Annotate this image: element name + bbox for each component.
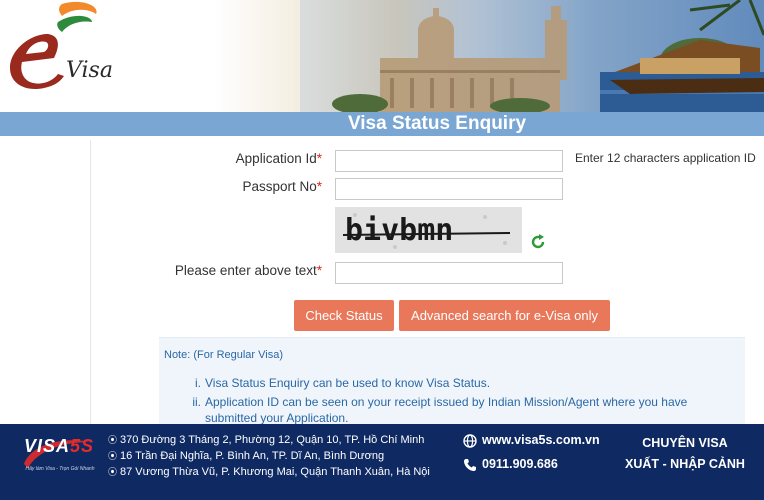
- passport-no-label: Passport No*: [242, 179, 322, 194]
- location-pin-icon: ⦿: [108, 435, 118, 445]
- banner-scenery: [300, 0, 764, 112]
- slogan-line-1: CHUYÊN VISA: [642, 436, 728, 450]
- note-item: i. Visa Status Enquiry can be used to kno…: [195, 376, 491, 390]
- captcha-label: Please enter above text*: [174, 263, 322, 278]
- page-title: Visa Status Enquiry: [347, 113, 527, 134]
- note-item: ii. Application ID can be seen on your re…: [192, 395, 688, 425]
- application-id-hint: Enter 12 characters application ID: [575, 151, 756, 165]
- footer: VISA5S Hãy làm Visa - Trọn Gói Nhanh ⦿ 37…: [0, 424, 764, 500]
- phone-link[interactable]: 0911.909.686: [462, 457, 558, 472]
- check-status-button[interactable]: Check Status: [294, 300, 394, 331]
- refresh-captcha-icon[interactable]: [530, 234, 546, 250]
- captcha-text: bivbmn: [345, 213, 453, 248]
- required-mark: *: [316, 179, 322, 194]
- address-line: ⦿ 87 Vương Thừa Vũ, P. Khương Mai, Quận T…: [108, 466, 430, 478]
- notes-panel: Note: (For Regular Visa) i. Visa Status E…: [159, 337, 745, 427]
- header-banner: Visa: [0, 0, 764, 112]
- website-link[interactable]: www.visa5s.com.vn: [462, 433, 600, 448]
- phone-icon: [464, 458, 476, 471]
- application-id-input[interactable]: [335, 150, 563, 172]
- logo-slogan: Hãy làm Visa - Trọn Gói Nhanh: [25, 466, 95, 472]
- slogan-line-2: XUẤT - NHẬP CẢNH: [625, 457, 745, 471]
- notes-title: Note: (For Regular Visa): [164, 349, 284, 361]
- required-mark: *: [316, 151, 322, 166]
- location-pin-icon: ⦿: [108, 451, 118, 461]
- address-line: ⦿ 16 Trần Đại Nghĩa, P. Bình An, TP. Dĩ A…: [108, 450, 385, 462]
- visa5s-logo-text: VISA5S: [24, 436, 95, 456]
- application-id-label: Application Id*: [235, 151, 322, 166]
- captcha-image: bivbmn: [335, 207, 522, 253]
- title-bar: Visa Status Enquiry: [0, 112, 764, 136]
- advanced-search-button[interactable]: Advanced search for e-Visa only: [399, 300, 610, 331]
- captcha-input[interactable]: [335, 262, 563, 284]
- required-mark: *: [316, 263, 322, 278]
- globe-icon: [463, 434, 477, 448]
- divider: [90, 140, 91, 430]
- passport-no-input[interactable]: [335, 178, 563, 200]
- address-line: ⦿ 370 Đường 3 Tháng 2, Phường 12, Quận 10…: [108, 434, 425, 446]
- location-pin-icon: ⦿: [108, 467, 118, 477]
- page: Visa Visa Status Enquiry Application Id*…: [0, 0, 764, 500]
- evisa-logo-text: Visa: [66, 58, 113, 83]
